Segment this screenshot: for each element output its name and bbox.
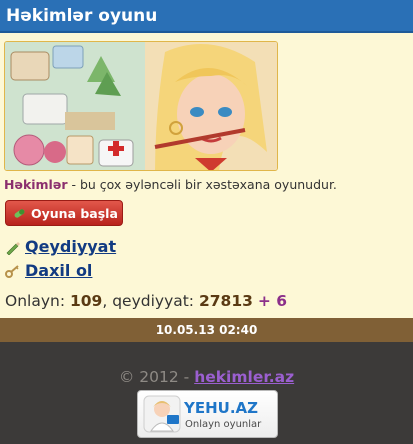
copyright-text: © 2012 -	[118, 368, 195, 386]
game-name: Həkimlər	[4, 177, 68, 192]
online-label: Onlayn:	[5, 292, 70, 310]
login-link[interactable]: Daxil ol	[5, 261, 115, 281]
partner-logo-icon	[143, 395, 181, 433]
page-header: Həkimlər oyunu	[0, 0, 413, 33]
register-link-label: Qeydiyyat	[25, 237, 117, 256]
pencil-icon	[6, 242, 20, 255]
login-link-label: Daxil ol	[25, 261, 93, 280]
intro-text: Həkimlər - bu çox əyləncəli bir xəstəxan…	[4, 177, 337, 192]
registered-count: 27813	[198, 292, 253, 310]
online-count: 109	[69, 292, 103, 310]
partner-badge[interactable]: YEHU.AZ Onlayn oyunlar	[137, 390, 278, 438]
key-icon	[5, 265, 19, 278]
play-game-button[interactable]: Oyuna başla	[5, 200, 123, 226]
register-link[interactable]: Qeydiyyat	[5, 237, 125, 257]
partner-subtitle: Onlayn oyunlar	[185, 419, 262, 430]
new-registrations: + 6	[257, 292, 288, 310]
server-time: 10.05.13 02:40	[155, 323, 258, 337]
registered-label: , qeydiyyat:	[102, 292, 199, 310]
copyright-line: © 2012 - hekimler.az	[0, 368, 413, 386]
footer: © 2012 - hekimler.az YEHU.AZ Onlayn oyun…	[0, 342, 413, 444]
game-banner-illustration	[5, 42, 277, 170]
page-title: Həkimlər oyunu	[6, 6, 158, 26]
stats-line: Onlayn: 109, qeydiyyat: 27813 + 6	[5, 292, 287, 310]
partner-name: YEHU.AZ	[184, 399, 259, 417]
intro-description: - bu çox əyləncəli bir xəstəxana oyunudu…	[67, 177, 337, 192]
site-link[interactable]: hekimler.az	[194, 368, 294, 386]
time-bar: 10.05.13 02:40	[0, 318, 413, 342]
game-banner[interactable]	[4, 41, 278, 171]
pill-icon	[14, 209, 25, 218]
play-game-label: Oyuna başla	[31, 206, 118, 221]
